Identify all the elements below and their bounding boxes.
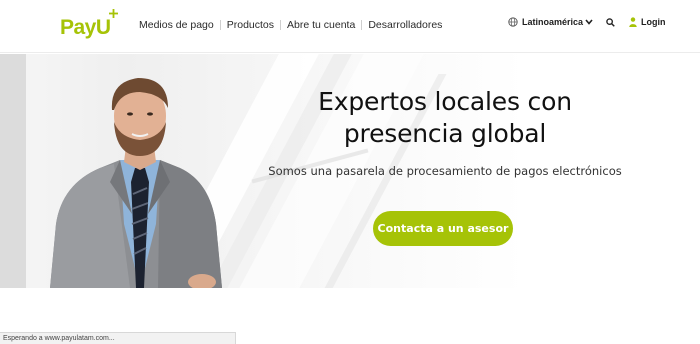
nav-item-productos[interactable]: Productos — [221, 19, 280, 31]
hero-subtitle: Somos una pasarela de procesamiento de p… — [268, 164, 622, 178]
hero-banner: Expertos locales con presencia global So… — [0, 54, 700, 288]
browser-status-bar: Esperando a www.payulatam.com... — [0, 332, 236, 344]
search-icon — [606, 17, 615, 27]
region-selector[interactable]: Latinoamérica — [508, 17, 593, 27]
logo-plus-icon — [108, 9, 118, 18]
nav-item-medios-de-pago[interactable]: Medios de pago — [133, 19, 220, 31]
login-button[interactable]: Login — [629, 17, 666, 27]
globe-icon — [508, 17, 518, 27]
site-header: PayU Medios de pago Productos Abre tu cu… — [0, 0, 700, 53]
headline-line-2: presencia global — [343, 119, 547, 148]
chevron-down-icon — [585, 19, 593, 25]
nav-item-abre-tu-cuenta[interactable]: Abre tu cuenta — [281, 19, 361, 31]
header-right: Latinoamérica Login — [508, 17, 666, 27]
hero-left-edge — [0, 54, 26, 288]
headline-line-1: Expertos locales con — [318, 87, 572, 116]
hero-person-image — [50, 78, 222, 288]
login-label: Login — [641, 17, 666, 27]
user-icon — [629, 17, 637, 27]
main-nav: Medios de pago Productos Abre tu cuenta … — [133, 19, 448, 31]
contact-advisor-button[interactable]: Contacta a un asesor — [373, 211, 513, 246]
hero-headline: Expertos locales con presencia global — [250, 86, 640, 150]
payu-logo[interactable]: PayU — [60, 9, 118, 40]
nav-item-desarrolladores[interactable]: Desarrolladores — [362, 19, 448, 31]
logo-text: PayU — [60, 16, 111, 39]
search-button[interactable] — [606, 17, 615, 27]
region-label: Latinoamérica — [522, 17, 584, 27]
